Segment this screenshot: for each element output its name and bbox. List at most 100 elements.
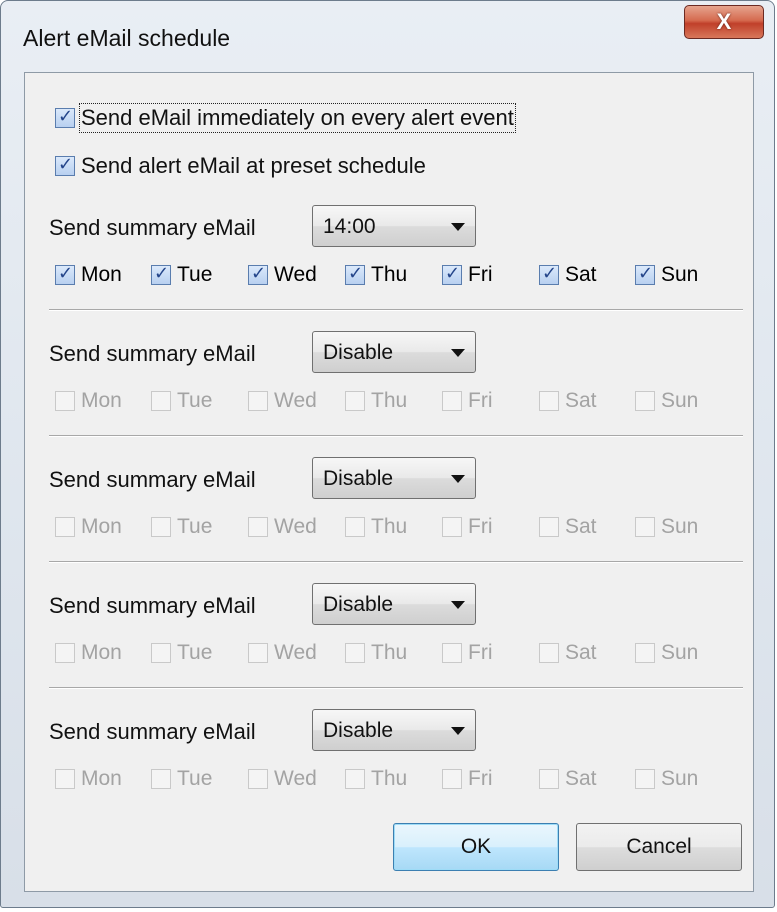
summary-time-select[interactable]: 14:00 [312, 205, 476, 247]
day-option-fri: Fri [442, 641, 493, 665]
separator [49, 561, 743, 563]
day-checkbox[interactable] [151, 263, 171, 285]
preset-option[interactable]: Send alert eMail at preset schedule [55, 153, 426, 179]
day-checkbox [345, 391, 365, 411]
day-option-sun: Sun [635, 515, 698, 539]
day-checkbox [151, 391, 171, 411]
day-checkbox [635, 517, 655, 537]
day-checkbox [55, 391, 75, 411]
day-checkbox[interactable] [635, 263, 655, 285]
day-option-wed: Wed [248, 767, 317, 791]
day-option-thu: Thu [345, 515, 407, 539]
day-label: Mon [81, 767, 122, 790]
dialog-window: Alert eMail schedule X Send eMail immedi… [0, 0, 775, 908]
day-option-fri: Fri [442, 767, 493, 791]
day-option-tue[interactable]: Tue [151, 263, 212, 287]
day-label: Mon [81, 641, 122, 664]
day-label: Sat [565, 263, 597, 286]
close-icon: X [716, 9, 732, 34]
day-checkbox [248, 517, 268, 537]
day-checkbox [539, 391, 559, 411]
chevron-down-icon [451, 727, 465, 735]
close-button[interactable]: X [684, 5, 764, 39]
day-checkbox[interactable] [345, 263, 365, 285]
day-option-thu[interactable]: Thu [345, 263, 407, 287]
summary-time-value: Disable [323, 719, 394, 742]
summary-time-value: Disable [323, 593, 394, 616]
day-option-wed: Wed [248, 515, 317, 539]
separator [49, 435, 743, 437]
day-label: Thu [371, 515, 408, 538]
day-label: Thu [371, 641, 408, 664]
day-option-sat: Sat [539, 767, 597, 791]
day-checkbox [151, 769, 171, 789]
day-option-wed[interactable]: Wed [248, 263, 317, 287]
cancel-button[interactable]: Cancel [576, 823, 742, 871]
day-checkbox [55, 643, 75, 663]
day-checkbox [539, 643, 559, 663]
day-checkbox [442, 391, 462, 411]
day-checkbox[interactable] [55, 263, 75, 285]
day-label: Tue [177, 641, 213, 664]
day-option-fri[interactable]: Fri [442, 263, 493, 287]
day-label: Sat [565, 641, 597, 664]
day-checkbox [151, 643, 171, 663]
summary-time-select[interactable]: Disable [312, 331, 476, 373]
immediate-label: Send eMail immediately on every alert ev… [79, 103, 516, 133]
dialog-content: Send eMail immediately on every alert ev… [24, 72, 754, 892]
day-option-sat: Sat [539, 515, 597, 539]
chevron-down-icon [451, 223, 465, 231]
day-label: Thu [371, 767, 408, 790]
separator [49, 309, 743, 311]
summary-time-select[interactable]: Disable [312, 457, 476, 499]
day-checkbox [248, 769, 268, 789]
title-bar[interactable]: Alert eMail schedule X [1, 1, 774, 73]
summary-time-value: Disable [323, 341, 394, 364]
ok-button[interactable]: OK [393, 823, 559, 871]
day-option-fri: Fri [442, 515, 493, 539]
day-checkbox [248, 391, 268, 411]
day-option-sat[interactable]: Sat [539, 263, 597, 287]
day-checkbox [345, 643, 365, 663]
summary-label: Send summary eMail [49, 341, 256, 366]
day-checkbox [345, 517, 365, 537]
day-label: Sun [661, 515, 699, 538]
day-label: Fri [468, 389, 493, 412]
day-checkbox[interactable] [539, 263, 559, 285]
day-label: Sun [661, 263, 699, 286]
day-option-sat: Sat [539, 641, 597, 665]
immediate-checkbox[interactable] [55, 106, 75, 128]
day-checkbox [55, 517, 75, 537]
day-option-thu: Thu [345, 767, 407, 791]
day-option-thu: Thu [345, 389, 407, 413]
day-option-mon[interactable]: Mon [55, 263, 122, 287]
summary-label: Send summary eMail [49, 467, 256, 492]
day-option-tue: Tue [151, 641, 212, 665]
day-checkbox [539, 517, 559, 537]
preset-checkbox[interactable] [55, 154, 75, 176]
day-label: Sat [565, 767, 597, 790]
day-option-sun: Sun [635, 641, 698, 665]
summary-time-select[interactable]: Disable [312, 709, 476, 751]
day-option-sun: Sun [635, 389, 698, 413]
immediate-option[interactable]: Send eMail immediately on every alert ev… [55, 103, 516, 133]
day-label: Tue [177, 515, 213, 538]
summary-time-select[interactable]: Disable [312, 583, 476, 625]
day-checkbox [539, 769, 559, 789]
day-checkbox[interactable] [442, 263, 462, 285]
day-label: Mon [81, 389, 122, 412]
separator [49, 687, 743, 689]
day-label: Mon [81, 263, 122, 286]
day-checkbox [635, 769, 655, 789]
day-checkbox [442, 769, 462, 789]
day-option-tue: Tue [151, 515, 212, 539]
chevron-down-icon [451, 349, 465, 357]
day-option-fri: Fri [442, 389, 493, 413]
day-label: Tue [177, 389, 213, 412]
summary-time-value: 14:00 [323, 215, 376, 238]
day-label: Thu [371, 389, 408, 412]
day-checkbox[interactable] [248, 263, 268, 285]
day-checkbox [635, 643, 655, 663]
day-label: Fri [468, 767, 493, 790]
day-option-sun[interactable]: Sun [635, 263, 698, 287]
